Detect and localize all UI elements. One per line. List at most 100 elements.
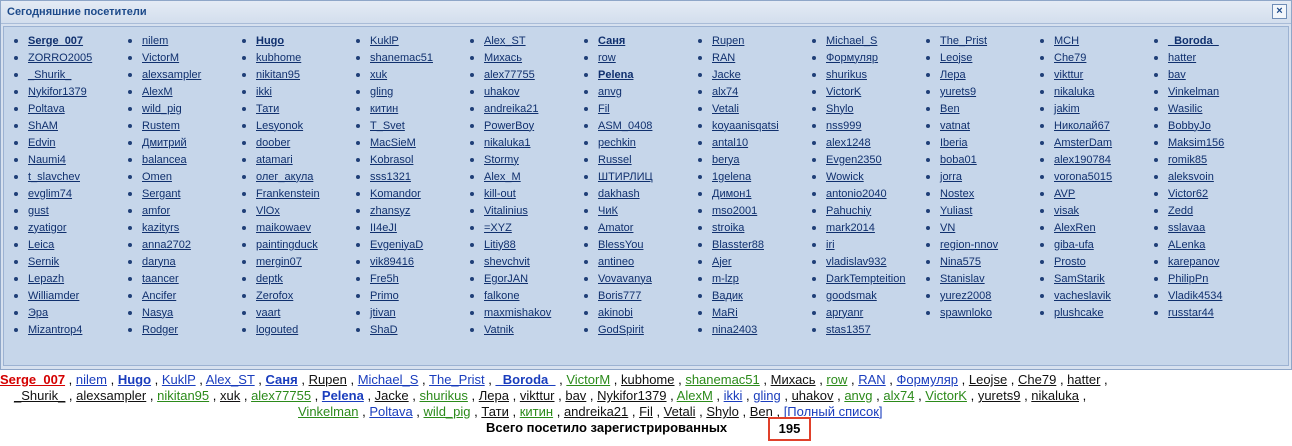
user-link[interactable]: pechkin — [598, 137, 636, 149]
user-link[interactable]: PhilipPn — [1168, 273, 1208, 285]
user-link[interactable]: Serge_007 — [28, 35, 83, 47]
user-link[interactable]: Формуляр — [826, 52, 878, 64]
user-link[interactable]: Fil — [639, 404, 653, 419]
user-link[interactable]: alex190784 — [1054, 154, 1111, 166]
user-link[interactable]: Формуляр — [897, 372, 959, 387]
user-link[interactable]: Vovavanya — [598, 273, 652, 285]
user-link[interactable]: Лера — [479, 388, 509, 403]
user-link[interactable]: Vinkelman — [1168, 86, 1219, 98]
user-link[interactable]: maxmishakov — [484, 307, 551, 319]
user-link[interactable]: nikitan95 — [256, 69, 300, 81]
user-link[interactable]: ikki — [256, 86, 272, 98]
user-link[interactable]: Kobrasol — [370, 154, 413, 166]
user-link[interactable]: sslavaa — [1168, 222, 1205, 234]
user-link[interactable]: aleksvoin — [1168, 171, 1214, 183]
user-link[interactable]: Rodger — [142, 324, 178, 336]
user-link[interactable]: Лера — [940, 69, 966, 81]
user-link[interactable]: китин — [520, 404, 553, 419]
user-link[interactable]: Pahuchiy — [826, 205, 871, 217]
user-link[interactable]: shurikus — [419, 388, 467, 403]
user-link[interactable]: gling — [753, 388, 780, 403]
user-link[interactable]: Саня — [266, 372, 298, 387]
user-link[interactable]: apryanr — [826, 307, 863, 319]
user-link[interactable]: II4eJI — [370, 222, 397, 234]
user-link[interactable]: Naumi4 — [28, 154, 66, 166]
user-link[interactable]: amfor — [142, 205, 170, 217]
user-link[interactable]: MaRi — [712, 307, 738, 319]
user-link[interactable]: antal10 — [712, 137, 748, 149]
user-link[interactable]: Michael_S — [826, 35, 877, 47]
user-link[interactable]: Che79 — [1018, 372, 1056, 387]
user-link[interactable]: Nykifor1379 — [28, 86, 87, 98]
user-link[interactable]: Omen — [142, 171, 172, 183]
user-link[interactable]: taancer — [142, 273, 179, 285]
user-link[interactable]: wild_pig — [142, 103, 182, 115]
user-link[interactable]: Николай67 — [1054, 120, 1110, 132]
user-link[interactable]: Vladik4534 — [1168, 290, 1222, 302]
user-link[interactable]: bav — [1168, 69, 1186, 81]
user-link[interactable]: nilem — [76, 372, 107, 387]
user-link[interactable]: Hugo — [256, 35, 284, 47]
user-link[interactable]: Ancifer — [142, 290, 176, 302]
user-link[interactable]: _Shurik_ — [14, 388, 65, 403]
user-link[interactable]: PowerBoy — [484, 120, 534, 132]
user-link[interactable]: VN — [940, 222, 955, 234]
user-link[interactable]: row — [598, 52, 616, 64]
user-link[interactable]: Vitalinius — [484, 205, 528, 217]
user-link[interactable]: Эра — [28, 307, 48, 319]
user-link[interactable]: Alex_M — [484, 171, 521, 183]
user-link[interactable]: VictorK — [826, 86, 861, 98]
user-link[interactable]: Rupen — [712, 35, 744, 47]
user-link[interactable]: Prosto — [1054, 256, 1086, 268]
user-link[interactable]: nikitan95 — [157, 388, 209, 403]
user-link[interactable]: BobbyJo — [1168, 120, 1211, 132]
user-link[interactable]: Михась — [771, 372, 816, 387]
user-link[interactable]: uhakov — [792, 388, 834, 403]
user-link[interactable]: Leojse — [940, 52, 972, 64]
user-link[interactable]: nikaluka — [1031, 388, 1079, 403]
user-link[interactable]: Evgen2350 — [826, 154, 882, 166]
user-link[interactable]: plushcake — [1054, 307, 1104, 319]
user-link[interactable]: nina2403 — [712, 324, 757, 336]
user-link[interactable]: ШТИРЛИЦ — [598, 171, 653, 183]
user-link[interactable]: Poltava — [369, 404, 412, 419]
user-link[interactable]: vacheslavik — [1054, 290, 1111, 302]
user-link[interactable]: nss999 — [826, 120, 861, 132]
user-link[interactable]: Pelena — [322, 388, 364, 403]
user-link[interactable]: vikttur — [520, 388, 555, 403]
user-link[interactable]: daryna — [142, 256, 176, 268]
user-link[interactable]: zhansyz — [370, 205, 410, 217]
user-link[interactable]: deptk — [256, 273, 283, 285]
user-link[interactable]: олег_акула — [256, 171, 313, 183]
user-link[interactable]: berya — [712, 154, 740, 166]
user-link[interactable]: Nasya — [142, 307, 173, 319]
user-link[interactable]: Pelena — [598, 69, 633, 81]
user-link[interactable]: Serge_007 — [0, 372, 65, 387]
user-link[interactable]: Boris777 — [598, 290, 641, 302]
user-link[interactable]: iri — [826, 239, 835, 251]
user-link[interactable]: logouted — [256, 324, 298, 336]
user-link[interactable]: andreika21 — [484, 103, 538, 115]
user-link[interactable]: gust — [28, 205, 49, 217]
user-link[interactable]: Williamder — [28, 290, 79, 302]
user-link[interactable]: Vatnik — [484, 324, 514, 336]
user-link[interactable]: uhakov — [484, 86, 519, 98]
user-link[interactable]: ASM_0408 — [598, 120, 652, 132]
user-link[interactable]: hatter — [1067, 372, 1100, 387]
user-link[interactable]: T_Svet — [370, 120, 405, 132]
user-link[interactable]: MacSieM — [370, 137, 416, 149]
user-link[interactable]: falkone — [484, 290, 519, 302]
user-link[interactable]: RAN — [712, 52, 735, 64]
user-link[interactable]: RAN — [858, 372, 885, 387]
user-link[interactable]: hatter — [1168, 52, 1196, 64]
user-link[interactable]: m-lzp — [712, 273, 739, 285]
user-link[interactable]: stas1357 — [826, 324, 871, 336]
user-link[interactable]: romik85 — [1168, 154, 1207, 166]
user-link[interactable]: jtivan — [370, 307, 396, 319]
user-link[interactable]: Litiy88 — [484, 239, 516, 251]
user-link[interactable]: t_slavchev — [28, 171, 80, 183]
user-link[interactable]: atamari — [256, 154, 293, 166]
user-link[interactable]: kubhome — [256, 52, 301, 64]
user-link[interactable]: paintingduck — [256, 239, 318, 251]
user-link[interactable]: vatnat — [940, 120, 970, 132]
